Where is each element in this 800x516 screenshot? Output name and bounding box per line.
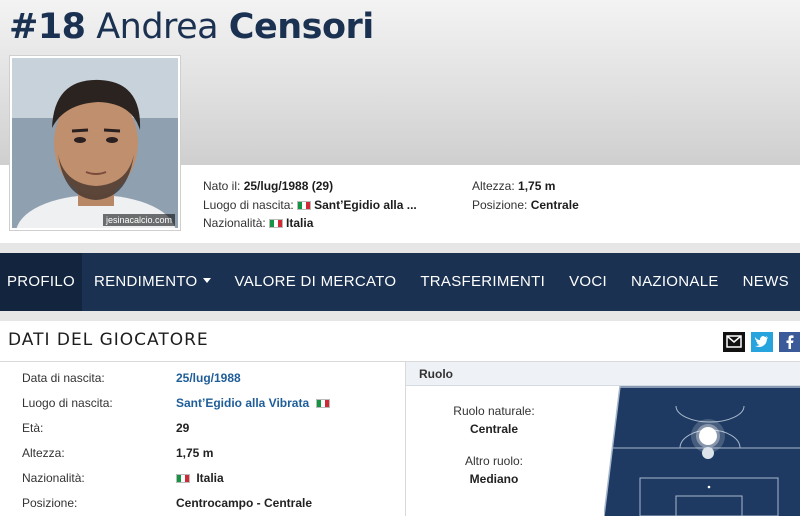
- other-role-value: Mediano: [469, 472, 519, 486]
- detail-row-height: Altezza: 1,75 m: [0, 440, 405, 465]
- height-fact: Altezza: 1,75 m: [472, 177, 579, 196]
- fact-label: Altezza:: [472, 179, 515, 193]
- nav-tab-voci[interactable]: VOCI: [557, 253, 619, 311]
- share-facebook-button[interactable]: [779, 332, 800, 352]
- detail-row-position: Posizione: Centrocampo - Centrale: [0, 490, 405, 515]
- player-photo-image: [12, 58, 178, 228]
- detail-label: Età:: [22, 421, 44, 435]
- italy-flag-icon: [297, 200, 312, 210]
- nav-tab-news[interactable]: NEWS: [731, 253, 800, 311]
- penalty-spot: [707, 485, 711, 489]
- detail-label: Posizione:: [22, 496, 78, 510]
- natural-role-value: Centrale: [469, 422, 519, 436]
- italy-flag-icon: [269, 219, 284, 228]
- last-name: Censori: [228, 7, 374, 47]
- detail-label: Data di nascita:: [22, 371, 105, 385]
- facebook-icon: [786, 335, 794, 349]
- detail-row-birth-date: Data di nascita: 25/lug/1988: [0, 365, 405, 390]
- birthplace-link[interactable]: Sant’Egidio alla Vibrata: [176, 396, 309, 410]
- main-nav: PROFILO RENDIMENTO VALORE DI MERCATO TRA…: [0, 253, 800, 311]
- detail-row-age: Età: 29: [0, 415, 405, 440]
- detail-value: 29: [176, 421, 190, 435]
- detail-value: Centrocampo - Centrale: [176, 496, 313, 510]
- share-mail-button[interactable]: [723, 332, 745, 352]
- italy-flag-icon: [176, 474, 190, 483]
- mail-icon: [726, 335, 742, 348]
- share-twitter-button[interactable]: [751, 332, 773, 352]
- nav-tab-rendimento[interactable]: RENDIMENTO: [82, 253, 223, 311]
- fact-value: 25/lug/1988 (29): [243, 179, 334, 193]
- first-name: Andrea: [96, 7, 219, 47]
- detail-value[interactable]: Sant’Egidio alla Vibrata: [176, 396, 333, 410]
- caret-down-icon: [202, 278, 211, 283]
- page-title: #18 Andrea Censori: [9, 6, 374, 48]
- fact-value[interactable]: Sant’Egidio alla ...: [314, 198, 417, 212]
- photo-credit: jesinacalcio.com: [102, 214, 175, 226]
- detail-label: Luogo di nascita:: [22, 396, 113, 410]
- other-role-marker: [702, 447, 714, 459]
- player-photo: jesinacalcio.com: [9, 55, 181, 231]
- fact-value: Centrale: [530, 197, 579, 212]
- detail-value: 1,75 m: [176, 446, 214, 460]
- position-fact: Posizione: Centrale: [472, 196, 579, 215]
- detail-row-nationality: Nazionalità: Italia: [0, 465, 405, 490]
- detail-value[interactable]: 25/lug/1988: [176, 371, 241, 385]
- header-facts-right: Altezza: 1,75 m Posizione: Centrale: [472, 177, 579, 214]
- nav-tab-label: RENDIMENTO: [93, 273, 198, 290]
- detail-row-birthplace: Luogo di nascita: Sant’Egidio alla Vibra…: [0, 390, 405, 415]
- detail-label: Altezza:: [22, 446, 65, 460]
- nav-tab-trasferimenti[interactable]: TRASFERIMENTI: [408, 253, 557, 311]
- ruolo-heading: Ruolo: [419, 367, 453, 381]
- fact-label: Posizione:: [472, 197, 528, 212]
- detail-label: Nazionalità:: [22, 471, 85, 485]
- fact-label: Luogo di nascita:: [203, 197, 294, 212]
- fact-label: Nato il:: [203, 179, 241, 193]
- natural-role-marker: [699, 427, 717, 445]
- nationality-fact: Nazionalità: Italia: [203, 214, 417, 233]
- birthplace-fact: Luogo di nascita: Sant’Egidio alla ...: [203, 196, 417, 215]
- nav-tab-profilo[interactable]: PROFILO: [0, 253, 82, 311]
- position-pitch: [604, 386, 800, 516]
- nav-tab-nazionale[interactable]: NAZIONALE: [619, 253, 731, 311]
- birth-date-fact: Nato il: 25/lug/1988 (29): [203, 177, 417, 196]
- fact-value[interactable]: Italia: [286, 216, 313, 230]
- section-title: DATI DEL GIOCATORE: [8, 330, 209, 350]
- twitter-icon: [755, 336, 768, 347]
- natural-role-label: Ruolo naturale:: [453, 404, 535, 418]
- spacer: [0, 243, 800, 253]
- player-details-table: Data di nascita: 25/lug/1988 Luogo di na…: [0, 362, 405, 516]
- detail-value: Italia: [176, 471, 224, 485]
- nav-tab-valore-di-mercato[interactable]: VALORE DI MERCATO: [223, 253, 409, 311]
- other-role-label: Altro ruolo:: [464, 454, 524, 468]
- ruolo-header: Ruolo: [406, 362, 800, 386]
- shirt-number: #18: [9, 7, 86, 47]
- fact-value: 1,75 m: [518, 179, 556, 193]
- fact-label: Nazionalità:: [203, 216, 266, 230]
- header-facts-left: Nato il: 25/lug/1988 (29) Luogo di nasci…: [203, 177, 417, 233]
- nationality-value[interactable]: Italia: [196, 471, 223, 485]
- italy-flag-icon: [315, 399, 330, 408]
